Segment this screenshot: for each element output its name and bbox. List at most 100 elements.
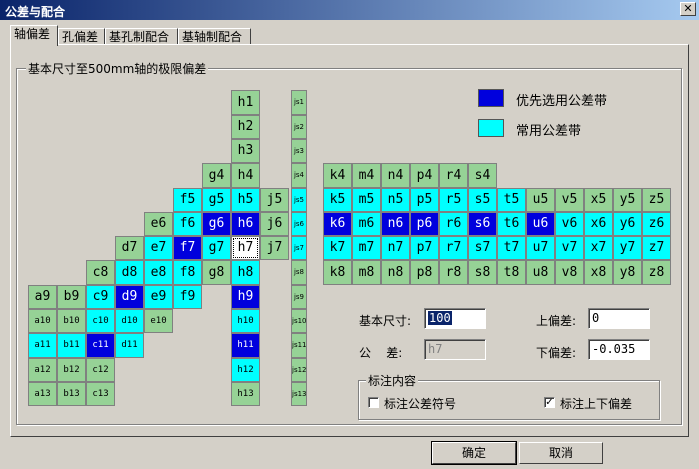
grid-cell-f6[interactable]: f6 — [173, 212, 202, 236]
grid-cell-c13[interactable]: c13 — [86, 382, 115, 406]
grid-cell-h2[interactable]: h2 — [231, 115, 260, 139]
grid-cell-a11[interactable]: a11 — [28, 333, 57, 358]
grid-cell-h8[interactable]: h8 — [231, 260, 260, 285]
grid-cell-f8[interactable]: f8 — [173, 260, 202, 285]
grid-cell-h5[interactable]: h5 — [231, 188, 260, 212]
grid-cell-k8[interactable]: k8 — [323, 260, 352, 285]
grid-cell-v5[interactable]: v5 — [555, 188, 584, 212]
symbol-checkbox[interactable] — [368, 397, 379, 408]
grid-cell-n4[interactable]: n4 — [381, 163, 410, 188]
grid-cell-d7[interactable]: d7 — [115, 236, 144, 260]
grid-cell-k5[interactable]: k5 — [323, 188, 352, 212]
grid-cell-m5[interactable]: m5 — [352, 188, 381, 212]
grid-cell-m7[interactable]: m7 — [352, 236, 381, 260]
grid-cell-c10[interactable]: c10 — [86, 309, 115, 333]
grid-cell-s5[interactable]: s5 — [468, 188, 497, 212]
grid-cell-b13[interactable]: b13 — [57, 382, 86, 406]
grid-cell-m8[interactable]: m8 — [352, 260, 381, 285]
grid-cell-t7[interactable]: t7 — [497, 236, 526, 260]
grid-cell-y7[interactable]: y7 — [613, 236, 642, 260]
lower-deviation-input[interactable]: -0.035 — [588, 339, 650, 360]
grid-cell-s8[interactable]: s8 — [468, 260, 497, 285]
grid-cell-js10[interactable]: js10 — [291, 309, 307, 333]
grid-cell-t8[interactable]: t8 — [497, 260, 526, 285]
grid-cell-js5[interactable]: js5 — [291, 188, 307, 212]
grid-cell-r5[interactable]: r5 — [439, 188, 468, 212]
grid-cell-g8[interactable]: g8 — [202, 260, 231, 285]
grid-cell-js11[interactable]: js11 — [291, 333, 307, 358]
grid-cell-v8[interactable]: v8 — [555, 260, 584, 285]
grid-cell-m6[interactable]: m6 — [352, 212, 381, 236]
grid-cell-c8[interactable]: c8 — [86, 260, 115, 285]
grid-cell-d10[interactable]: d10 — [115, 309, 144, 333]
grid-cell-g7[interactable]: g7 — [202, 236, 231, 260]
grid-cell-s7[interactable]: s7 — [468, 236, 497, 260]
ok-button[interactable]: 确定 — [432, 442, 516, 464]
grid-cell-js7[interactable]: js7 — [291, 236, 307, 260]
grid-cell-js12[interactable]: js12 — [291, 358, 307, 382]
grid-cell-x5[interactable]: x5 — [584, 188, 613, 212]
grid-cell-k7[interactable]: k7 — [323, 236, 352, 260]
grid-cell-d8[interactable]: d8 — [115, 260, 144, 285]
grid-cell-z6[interactable]: z6 — [642, 212, 671, 236]
grid-cell-j5[interactable]: j5 — [260, 188, 289, 212]
grid-cell-v6[interactable]: v6 — [555, 212, 584, 236]
grid-cell-g5[interactable]: g5 — [202, 188, 231, 212]
grid-cell-h1[interactable]: h1 — [231, 90, 260, 115]
grid-cell-j7[interactable]: j7 — [260, 236, 289, 260]
deviation-checkbox[interactable]: ✓ — [544, 397, 555, 408]
grid-cell-h9[interactable]: h9 — [231, 285, 260, 309]
close-button[interactable]: ✕ — [680, 2, 696, 16]
grid-cell-s4[interactable]: s4 — [468, 163, 497, 188]
grid-cell-e6[interactable]: e6 — [144, 212, 173, 236]
grid-cell-b10[interactable]: b10 — [57, 309, 86, 333]
grid-cell-f5[interactable]: f5 — [173, 188, 202, 212]
grid-cell-b12[interactable]: b12 — [57, 358, 86, 382]
grid-cell-h11[interactable]: h11 — [231, 333, 260, 358]
grid-cell-r8[interactable]: r8 — [439, 260, 468, 285]
tab-shaft-deviation[interactable]: 轴偏差 — [10, 25, 58, 46]
grid-cell-c11[interactable]: c11 — [86, 333, 115, 358]
grid-cell-u8[interactable]: u8 — [526, 260, 555, 285]
grid-cell-p8[interactable]: p8 — [410, 260, 439, 285]
grid-cell-n8[interactable]: n8 — [381, 260, 410, 285]
grid-cell-js6[interactable]: js6 — [291, 212, 307, 236]
grid-cell-r4[interactable]: r4 — [439, 163, 468, 188]
grid-cell-z5[interactable]: z5 — [642, 188, 671, 212]
cancel-button[interactable]: 取消 — [519, 442, 603, 464]
grid-cell-x7[interactable]: x7 — [584, 236, 613, 260]
grid-cell-e8[interactable]: e8 — [144, 260, 173, 285]
grid-cell-s6[interactable]: s6 — [468, 212, 497, 236]
grid-cell-a13[interactable]: a13 — [28, 382, 57, 406]
grid-cell-p5[interactable]: p5 — [410, 188, 439, 212]
grid-cell-x8[interactable]: x8 — [584, 260, 613, 285]
grid-cell-f7[interactable]: f7 — [173, 236, 202, 260]
grid-cell-y8[interactable]: y8 — [613, 260, 642, 285]
grid-cell-js8[interactable]: js8 — [291, 260, 307, 285]
grid-cell-z8[interactable]: z8 — [642, 260, 671, 285]
grid-cell-n7[interactable]: n7 — [381, 236, 410, 260]
grid-cell-u5[interactable]: u5 — [526, 188, 555, 212]
grid-cell-n5[interactable]: n5 — [381, 188, 410, 212]
grid-cell-c9[interactable]: c9 — [86, 285, 115, 309]
grid-cell-g4[interactable]: g4 — [202, 163, 231, 188]
tab-shaft-basis-fit[interactable]: 基轴制配合 — [178, 28, 251, 45]
grid-cell-u7[interactable]: u7 — [526, 236, 555, 260]
grid-cell-js2[interactable]: js2 — [291, 115, 307, 139]
grid-cell-d9[interactable]: d9 — [115, 285, 144, 309]
grid-cell-r6[interactable]: r6 — [439, 212, 468, 236]
grid-cell-t6[interactable]: t6 — [497, 212, 526, 236]
grid-cell-y5[interactable]: y5 — [613, 188, 642, 212]
grid-cell-h7[interactable]: h7 — [231, 236, 260, 260]
grid-cell-p4[interactable]: p4 — [410, 163, 439, 188]
grid-cell-n6[interactable]: n6 — [381, 212, 410, 236]
grid-cell-b9[interactable]: b9 — [57, 285, 86, 309]
grid-cell-f9[interactable]: f9 — [173, 285, 202, 309]
grid-cell-h13[interactable]: h13 — [231, 382, 260, 406]
grid-cell-h12[interactable]: h12 — [231, 358, 260, 382]
grid-cell-js1[interactable]: js1 — [291, 90, 307, 115]
grid-cell-r7[interactable]: r7 — [439, 236, 468, 260]
grid-cell-u6[interactable]: u6 — [526, 212, 555, 236]
grid-cell-k4[interactable]: k4 — [323, 163, 352, 188]
grid-cell-y6[interactable]: y6 — [613, 212, 642, 236]
